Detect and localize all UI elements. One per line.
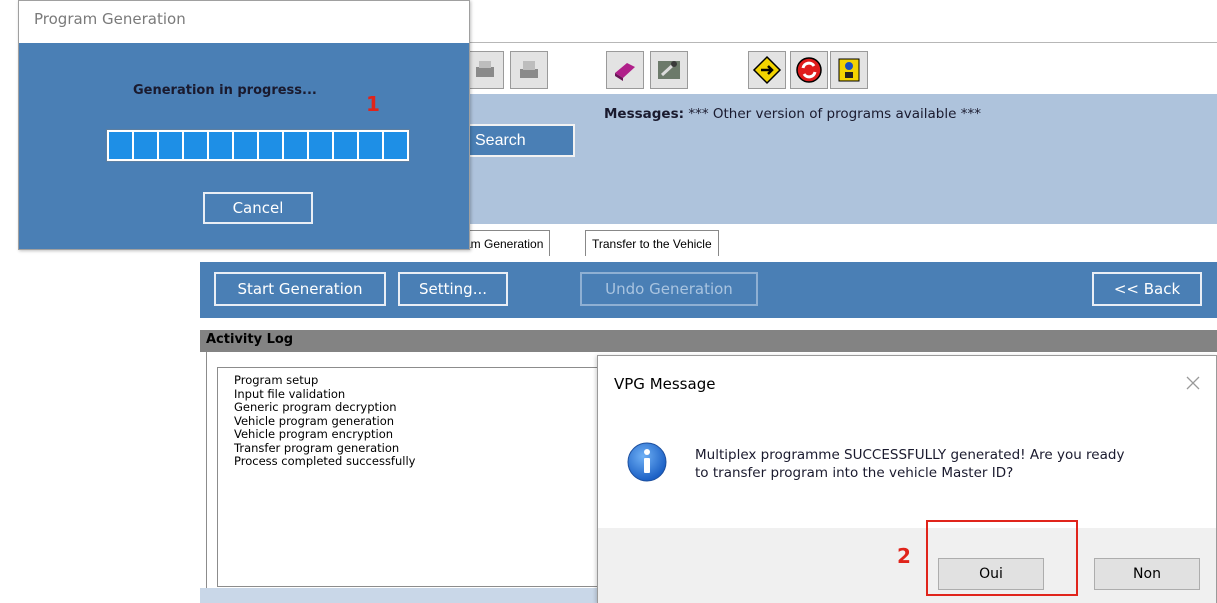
button-label: Undo Generation [605,280,733,298]
log-line: Program setup [234,373,319,387]
progress-segment [134,132,157,159]
tab-program-generation[interactable]: am Generation [458,230,551,256]
tab-label: Transfer to the Vehicle [592,236,712,251]
progress-segment [209,132,232,159]
undo-generation-button[interactable]: Undo Generation [580,272,758,306]
close-icon[interactable] [1182,372,1204,394]
tab-label: am Generation [464,236,544,251]
progress-segment [159,132,182,159]
dialog-title: VPG Message [614,375,716,393]
button-label: Start Generation [237,280,363,298]
generation-progress-bar [106,129,410,162]
messages-label: Messages: [604,106,685,122]
activity-log-title: Activity Log [200,330,1217,352]
info-icon [626,441,668,483]
printer-icon[interactable] [510,51,548,89]
activity-log-lines: Program setup Input file validation Gene… [234,373,416,469]
cancel-button[interactable]: Cancel [203,192,313,224]
log-line: Transfer program generation [234,440,400,455]
progress-segment [359,132,382,159]
help-icon[interactable] [830,51,868,89]
progress-segment [309,132,332,159]
tab-transfer-to-vehicle[interactable]: Transfer to the Vehicle [585,230,719,256]
back-button[interactable]: << Back [1092,272,1202,306]
no-button[interactable]: Non [1094,558,1200,590]
toolbar [458,42,1217,94]
generation-status: Generation in progress... [133,83,317,98]
messages-text: *** Other version of programs available … [684,106,981,122]
book-icon[interactable] [606,51,644,89]
tools-icon[interactable] [650,51,688,89]
messages-line: Messages: *** Other version of programs … [604,106,981,122]
search-button-label: Search [475,131,526,149]
road-sign-icon[interactable] [748,51,786,89]
log-line: Generic program decryption [234,400,397,414]
log-line: Vehicle program generation [234,413,395,428]
progress-segment [384,132,407,159]
refresh-icon[interactable] [790,51,828,89]
annotation-marker-2: 2 [897,544,911,568]
log-line: Input file validation [234,386,346,401]
message-line-2: to transfer program into the vehicle Mas… [695,465,1014,481]
annotation-marker-1: 1 [366,92,380,116]
button-label: Setting... [418,280,487,298]
button-label: Cancel [232,199,284,217]
button-label: Non [1133,566,1161,582]
progress-segment [234,132,257,159]
progress-segment [284,132,307,159]
action-bar: Start Generation Setting... Undo Generat… [200,262,1217,318]
setting-button[interactable]: Setting... [398,272,508,306]
dialog-title: Program Generation [34,10,186,28]
dialog-titlebar: Program Generation [19,1,469,43]
progress-segment [109,132,132,159]
start-generation-button[interactable]: Start Generation [214,272,386,306]
message-line-1: Multiplex programme SUCCESSFULLY generat… [695,447,1125,463]
search-button[interactable]: Search [463,124,575,157]
progress-segment [259,132,282,159]
progress-segment [334,132,357,159]
progress-segment [184,132,207,159]
program-generation-dialog: Program Generation Generation in progres… [18,0,470,250]
print-icon[interactable] [466,51,504,89]
vpg-message: Multiplex programme SUCCESSFULLY generat… [695,446,1124,482]
button-label: << Back [1113,280,1181,298]
log-line: Process completed successfully [234,454,416,468]
annotation-highlight-box [926,520,1078,596]
log-line: Vehicle program encryption [234,427,394,441]
